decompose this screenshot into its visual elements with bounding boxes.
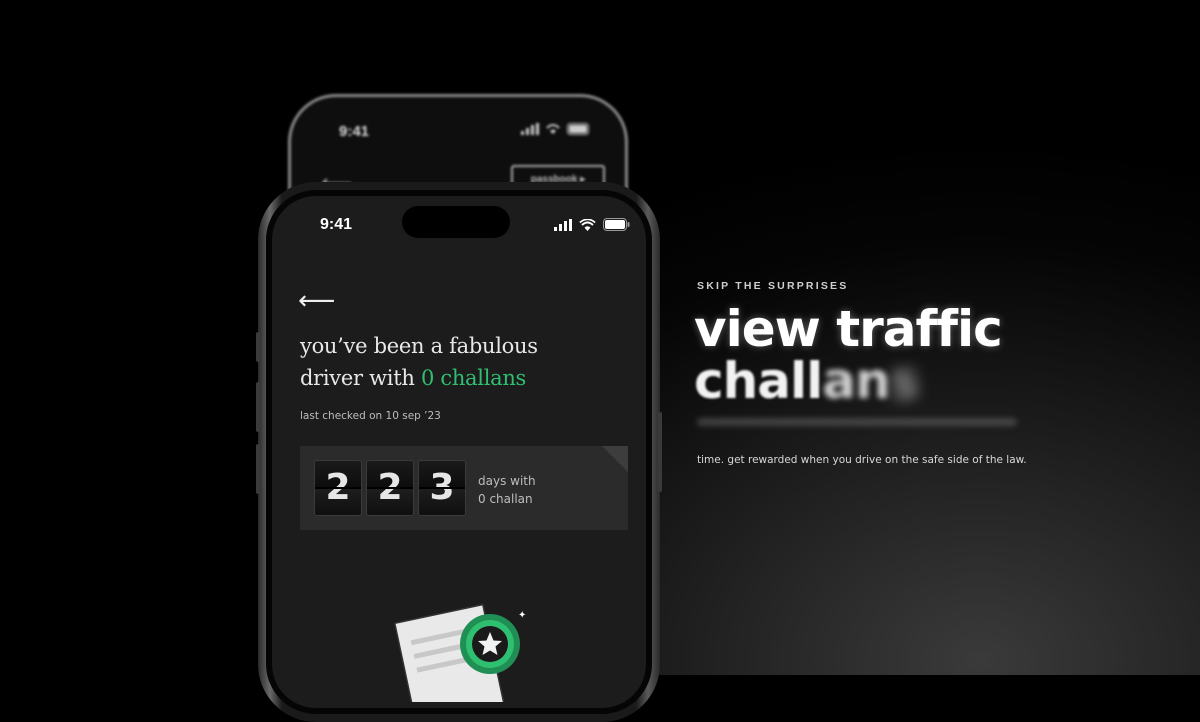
phone-mockup: 9:41 ⟵ you’ve been a fabulous driver wit… [256, 182, 662, 722]
phone-volume-down [256, 444, 260, 494]
back-arrow-icon[interactable]: ⟵ [298, 288, 335, 314]
signal-icon [521, 123, 539, 135]
hero-title-part-c: s [889, 352, 920, 410]
flip-digit: 3 [418, 460, 466, 516]
flip-digit: 2 [314, 460, 362, 516]
phone-side-button [256, 332, 260, 362]
eyebrow-text: SKIP THE SURPRISES [697, 280, 849, 292]
days-counter-card: 2 2 3 days with 0 challan [300, 446, 628, 530]
headline-line1: you’ve been a fabulous [300, 334, 538, 358]
flip-counter: 2 2 3 [314, 460, 466, 516]
days-label: days with 0 challan [478, 472, 536, 508]
wifi-icon [579, 218, 596, 231]
back-phone-time: 9:41 [339, 123, 370, 140]
svg-text:✦: ✦ [518, 610, 526, 621]
phone-screen: 9:41 ⟵ you’ve been a fabulous driver wit… [266, 190, 652, 714]
hero-title-part-b: an [822, 352, 890, 410]
battery-icon [567, 123, 589, 135]
challan-count-highlight: 0 challans [420, 366, 527, 390]
hero-title-part-a: chall [694, 352, 823, 410]
days-label-line2: 0 challan [478, 492, 533, 506]
headline-prefix: driver with [300, 366, 421, 390]
wifi-icon [546, 124, 560, 134]
status-time: 9:41 [320, 216, 353, 233]
phone-power-button [658, 412, 662, 492]
phone-volume-up [256, 382, 260, 432]
status-bar-icons [554, 218, 630, 231]
hero-title-line1: view traffic [694, 300, 1003, 358]
dynamic-island [402, 206, 510, 238]
last-checked-text: last checked on 10 sep ’23 [300, 410, 441, 422]
hero-description: time. get rewarded when you drive on the… [697, 454, 1027, 466]
blurred-text-line [697, 418, 1017, 426]
flip-digit: 2 [366, 460, 414, 516]
headline: you’ve been a fabulous driver with 0 cha… [300, 330, 620, 394]
hero-title-line2: chall an s [694, 352, 920, 410]
battery-icon [603, 218, 630, 231]
card-fold-corner [602, 446, 628, 472]
signal-icon [554, 218, 572, 231]
days-label-line1: days with [478, 474, 536, 488]
reward-illustration: ✦ [393, 603, 526, 702]
back-phone-status [521, 123, 591, 135]
